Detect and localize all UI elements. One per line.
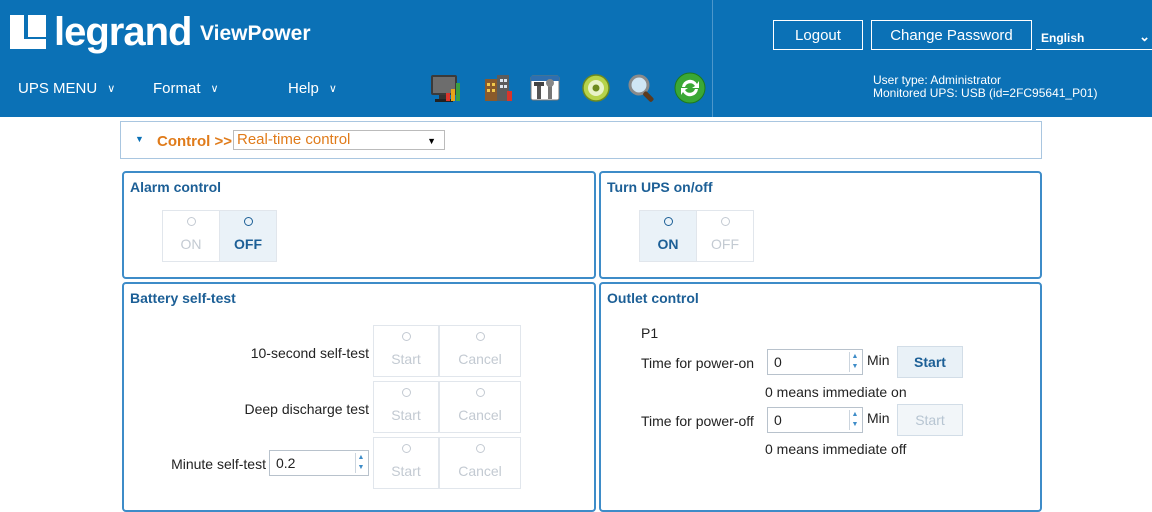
power-on-start-button[interactable]: Start [897, 346, 963, 378]
radio-icon [475, 444, 485, 453]
radio-icon [186, 217, 196, 226]
power-off-note: 0 means immediate off [765, 441, 907, 457]
control-bar: ▼ Control >> Real-time control ▼ [120, 121, 1042, 159]
top-header: legrand ViewPower Logout Change Password… [0, 0, 1152, 117]
radio-icon [401, 388, 411, 397]
menu-help[interactable]: Help ∨ [288, 80, 337, 97]
radio-icon [243, 217, 253, 226]
turn-ups-panel: Turn UPS on/off ON OFF [599, 171, 1042, 279]
battery-self-test-title: Battery self-test [130, 290, 236, 306]
ups-off-toggle[interactable]: OFF [696, 210, 754, 262]
alarm-control-panel: Alarm control ON OFF [122, 171, 596, 279]
power-on-unit: Min [867, 352, 890, 368]
dropdown-arrow-icon: ▼ [427, 136, 436, 146]
menu-format-label: Format [153, 80, 201, 97]
building-chart-icon[interactable] [480, 70, 516, 106]
ups-on-toggle[interactable]: ON [639, 210, 697, 262]
refresh-icon[interactable] [672, 70, 708, 106]
logo-text: legrand [54, 10, 192, 54]
battery-self-test-panel: Battery self-test 10-second self-test St… [122, 282, 596, 512]
logout-button[interactable]: Logout [773, 20, 863, 50]
cancel-label: Cancel [458, 463, 502, 479]
collapse-arrow-icon[interactable]: ▼ [135, 134, 144, 144]
start-label: Start [391, 351, 421, 367]
cancel-label: Cancel [458, 351, 502, 367]
start-label: Start [391, 407, 421, 423]
minute-start-button[interactable]: Start [373, 437, 439, 489]
ten-second-test-label: 10-second self-test [250, 345, 369, 361]
minute-self-test-label: Minute self-test [171, 456, 266, 472]
ten-second-cancel-button[interactable]: Cancel [439, 325, 521, 377]
change-password-button[interactable]: Change Password [871, 20, 1032, 50]
power-off-start-button[interactable]: Start [897, 404, 963, 436]
power-off-label: Time for power-off [641, 413, 754, 429]
deep-discharge-cancel-button[interactable]: Cancel [439, 381, 521, 433]
alarm-control-title: Alarm control [130, 179, 222, 195]
radio-icon [401, 444, 411, 453]
power-on-label: Time for power-on [641, 355, 755, 371]
alarm-on-label: ON [180, 236, 202, 252]
ups-off-label: OFF [711, 236, 739, 252]
ups-on-label: ON [657, 236, 679, 252]
radio-icon [401, 332, 411, 341]
tools-icon[interactable] [527, 70, 563, 106]
menu-ups[interactable]: UPS MENU ∨ [18, 80, 115, 97]
start-label: Start [391, 463, 421, 479]
deep-discharge-start-button[interactable]: Start [373, 381, 439, 433]
spinner-arrows-icon[interactable]: ▲ ▼ [355, 453, 366, 473]
menu-help-label: Help [288, 80, 319, 97]
alarm-on-toggle[interactable]: ON [162, 210, 220, 262]
ten-second-start-button[interactable]: Start [373, 325, 439, 377]
legrand-logo: legrand [10, 10, 192, 54]
spinner-arrows-icon[interactable]: ▲ ▼ [849, 352, 860, 372]
radio-icon [720, 217, 730, 226]
minute-cancel-button[interactable]: Cancel [439, 437, 521, 489]
minute-self-test-value: 0.2 [276, 455, 296, 471]
spinner-arrows-icon[interactable]: ▲ ▼ [849, 410, 860, 430]
cancel-label: Cancel [458, 407, 502, 423]
outlet-control-panel: Outlet control P1 Time for power-on 0 ▲ ▼… [599, 282, 1042, 512]
outlet-control-title: Outlet control [607, 290, 699, 306]
radio-icon [663, 217, 673, 226]
menu-format[interactable]: Format ∨ [153, 80, 219, 97]
chevron-down-icon: ∨ [210, 83, 219, 95]
power-on-note: 0 means immediate on [765, 384, 907, 400]
menu-ups-label: UPS MENU [18, 80, 98, 97]
power-off-value: 0 [774, 412, 782, 428]
user-info: User type: Administrator Monitored UPS: … [873, 74, 1097, 100]
alarm-off-toggle[interactable]: OFF [219, 210, 277, 262]
radio-icon [475, 388, 485, 397]
outlet-name: P1 [641, 325, 659, 341]
power-off-unit: Min [867, 410, 890, 426]
power-on-input[interactable]: 0 ▲ ▼ [767, 349, 863, 375]
power-on-value: 0 [774, 354, 782, 370]
view-select-value: Real-time control [237, 131, 351, 148]
power-off-input[interactable]: 0 ▲ ▼ [767, 407, 863, 433]
language-select[interactable]: English ⌄ [1036, 24, 1152, 50]
turn-ups-title: Turn UPS on/off [607, 179, 713, 195]
language-value: English [1041, 31, 1085, 45]
chevron-down-icon: ∨ [328, 83, 337, 95]
radio-icon [475, 332, 485, 341]
view-select[interactable]: Real-time control ▼ [233, 130, 445, 150]
control-breadcrumb: Control >> [157, 133, 233, 150]
monitor-chart-icon[interactable] [428, 70, 464, 106]
deep-discharge-test-label: Deep discharge test [244, 401, 369, 417]
minute-self-test-input[interactable]: 0.2 ▲ ▼ [269, 450, 369, 476]
legrand-logo-mark [10, 15, 46, 49]
magnifier-icon[interactable] [624, 70, 660, 106]
disc-icon[interactable] [578, 70, 614, 106]
chevron-down-icon: ∨ [107, 83, 116, 95]
header-divider [712, 0, 713, 117]
monitored-ups: Monitored UPS: USB (id=2FC95641_P01) [873, 86, 1098, 100]
app-name: ViewPower [200, 22, 311, 45]
alarm-off-label: OFF [234, 236, 262, 252]
chevron-down-icon: ⌄ [1139, 29, 1150, 44]
